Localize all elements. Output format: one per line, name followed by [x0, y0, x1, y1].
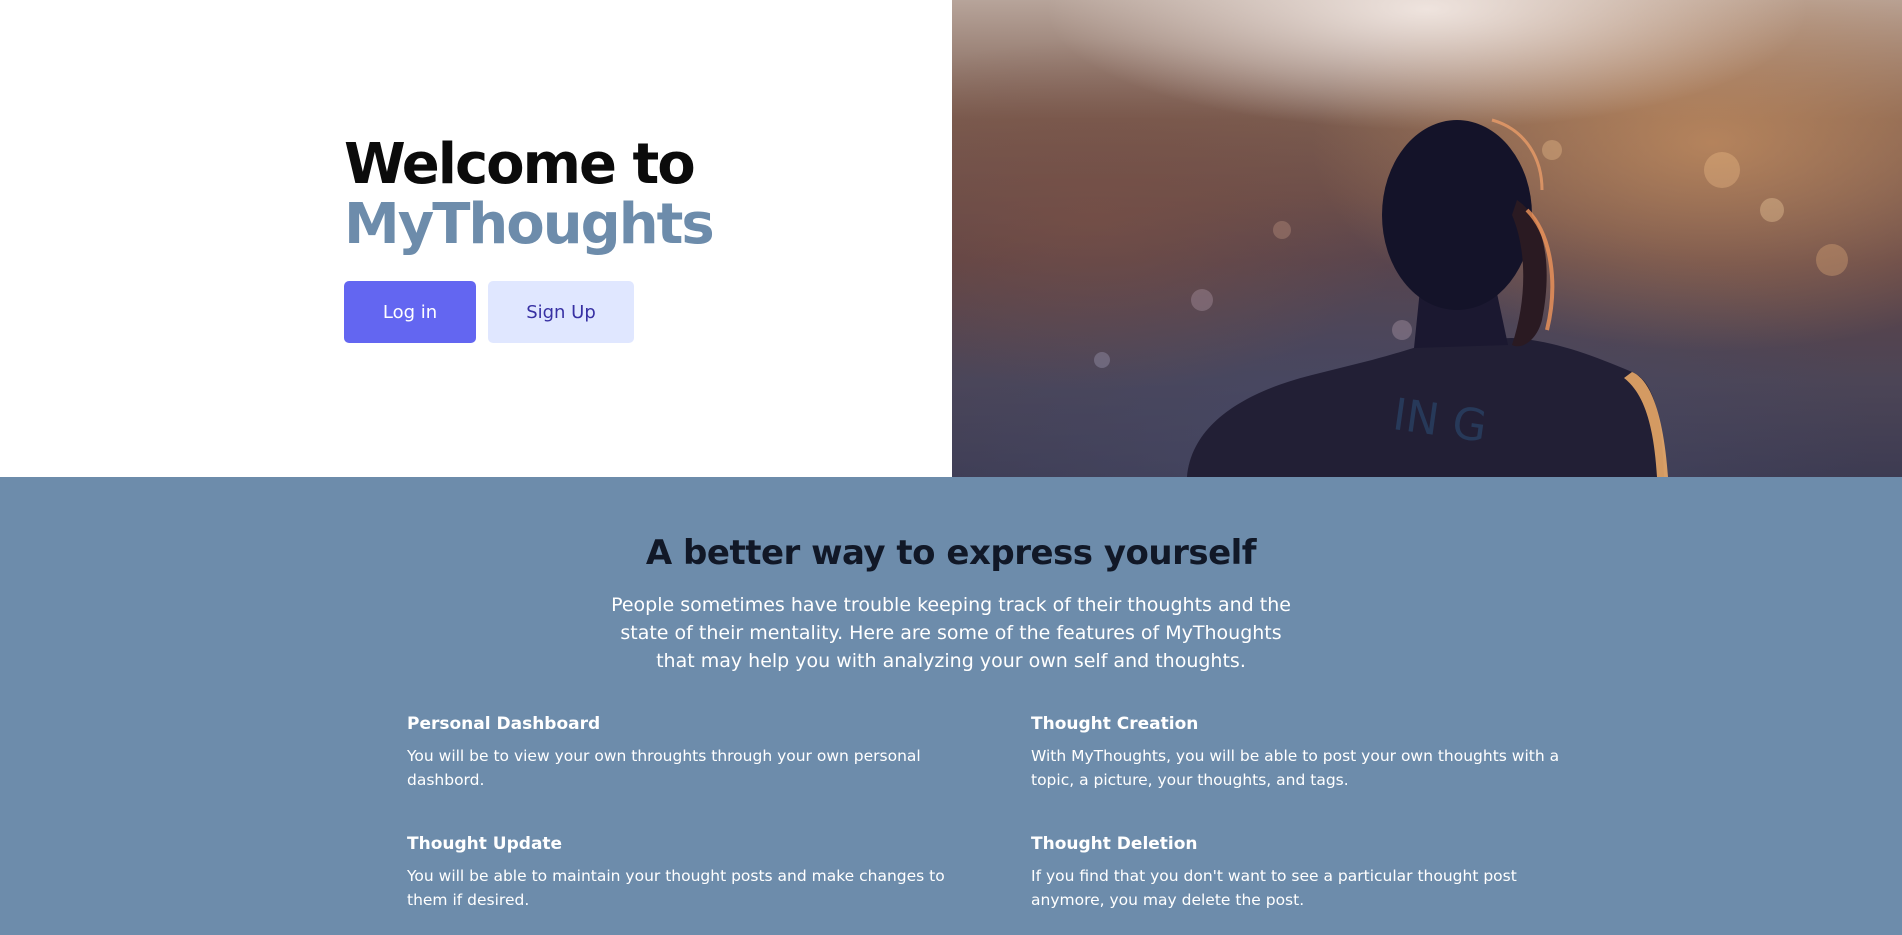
signup-button[interactable]: Sign Up [488, 281, 634, 343]
hero-photo-woman-silhouette: IN G [1094, 118, 1848, 477]
feature-description: If you find that you don't want to see a… [1031, 867, 1517, 909]
feature-thought-update: Thought Update You will be able to maint… [407, 834, 947, 912]
hero-text: Welcome to MyThoughts Log in Sign Up [344, 132, 715, 343]
feature-description: You will be able to maintain your though… [407, 867, 945, 909]
feature-description: You will be to view your own throughts t… [407, 747, 921, 789]
feature-title: Thought Update [407, 834, 563, 854]
hero-buttons: Log in Sign Up [344, 281, 713, 343]
features-section: A better way to express yourself People … [0, 477, 1902, 935]
feature-title: Personal Dashboard [407, 714, 601, 734]
hero-title-line1: Welcome to [344, 132, 696, 197]
hero-title: Welcome to MyThoughts [344, 132, 715, 257]
hero-section: Welcome to MyThoughts Log in Sign Up IN … [0, 0, 1902, 477]
hero-image: IN G [952, 0, 1902, 477]
feature-title: Thought Creation [1031, 714, 1199, 734]
features-heading: A better way to express yourself [645, 533, 1257, 573]
feature-thought-creation: Thought Creation With MyThoughts, you wi… [1031, 714, 1571, 792]
hero-content: Welcome to MyThoughts Log in Sign Up [0, 0, 952, 477]
feature-description: With MyThoughts, you will be able to pos… [1031, 747, 1560, 789]
feature-thought-deletion: Thought Deletion If you find that you do… [1031, 834, 1571, 912]
feature-title: Thought Deletion [1031, 834, 1198, 854]
login-button[interactable]: Log in [344, 281, 476, 343]
brand-name: MyThoughts [344, 192, 715, 257]
features-intro: People sometimes have trouble keeping tr… [611, 594, 1291, 672]
feature-personal-dashboard: Personal Dashboard You will be to view y… [407, 714, 947, 792]
